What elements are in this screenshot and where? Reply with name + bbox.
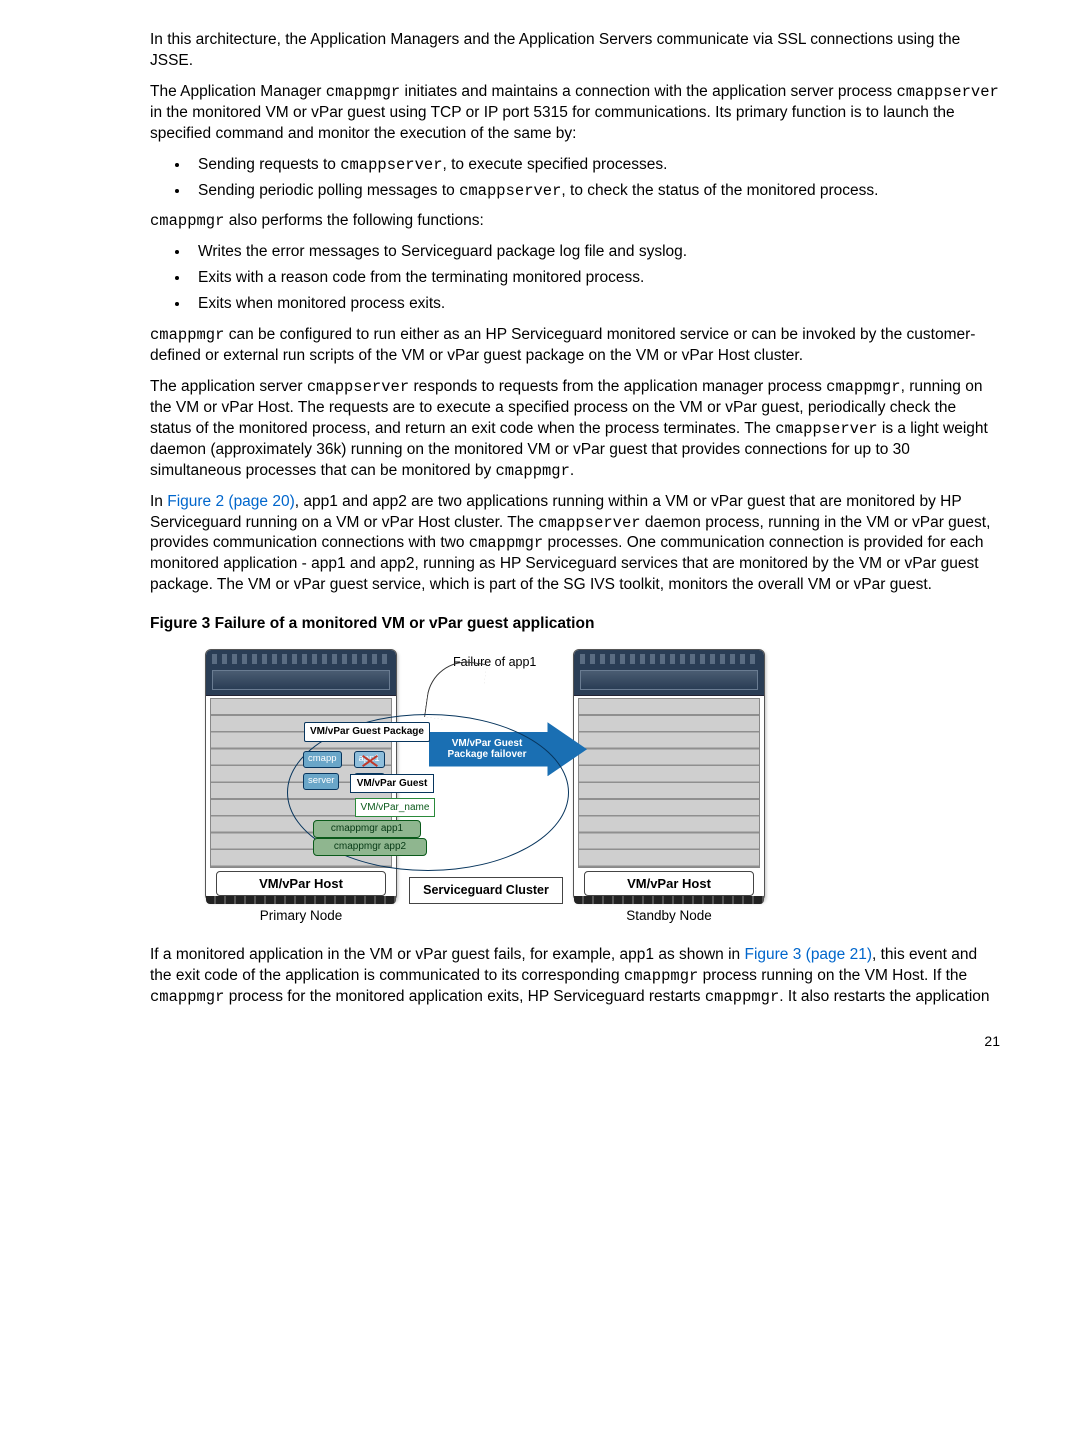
code-cmappmgr: cmappmgr <box>150 988 224 1006</box>
code-cmappserver: cmappserver <box>538 514 640 532</box>
serviceguard-cluster-label: Serviceguard Cluster <box>409 877 563 904</box>
list-item: Writes the error messages to Serviceguar… <box>190 242 1000 263</box>
figure-3: VM/vPar Host Primary Node Failure of app… <box>205 649 765 925</box>
server-box: server <box>303 773 339 790</box>
figure-title: Figure 3 Failure of a monitored VM or vP… <box>150 614 1000 635</box>
guest-package-label: VM/vPar Guest Package <box>304 722 430 742</box>
paragraph: The Application Manager cmappmgr initiat… <box>150 82 1000 145</box>
code-cmappmgr: cmappmgr <box>624 967 698 985</box>
code-cmappmgr: cmappmgr <box>469 534 543 552</box>
text: In this architecture, the Application Ma… <box>150 31 960 69</box>
failure-pointer <box>424 657 487 725</box>
text: , to check the status of the monitored p… <box>561 182 878 199</box>
code-cmappserver: cmappserver <box>775 420 877 438</box>
text: . It also restarts the application <box>779 988 989 1005</box>
paragraph: If a monitored application in the VM or … <box>150 945 1000 1008</box>
text: Exits with a reason code from the termin… <box>198 269 644 286</box>
code-cmappmgr: cmappmgr <box>150 212 224 230</box>
list-item: Exits with a reason code from the termin… <box>190 268 1000 289</box>
code-cmappserver: cmappserver <box>307 378 409 396</box>
text: The application server <box>150 378 307 395</box>
primary-caption: Primary Node <box>205 907 397 925</box>
standby-caption: Standby Node <box>573 907 765 925</box>
cmappmgr-app1-label: cmappmgr app1 <box>313 820 421 838</box>
vpar-name-label: VM/vPar_name <box>355 798 435 817</box>
code-cmappmgr: cmappmgr <box>150 326 224 344</box>
paragraph: In Figure 2 (page 20), app1 and app2 are… <box>150 492 1000 597</box>
guest-label: VM/vPar Guest <box>350 774 434 793</box>
text: also performs the following functions: <box>224 212 483 229</box>
code-cmappserver: cmappserver <box>896 83 998 101</box>
code-cmappmgr: cmappmgr <box>826 378 900 396</box>
failover-arrow-text: VM/vPar Guest Package failover <box>437 738 537 760</box>
cmappmgr-app2-label: cmappmgr app2 <box>313 838 427 856</box>
link-figure-3[interactable]: Figure 3 (page 21) <box>744 946 872 963</box>
code-cmappserver: cmappserver <box>340 156 442 174</box>
text: initiates and maintains a connection wit… <box>400 83 896 100</box>
code-cmappmgr: cmappmgr <box>705 988 779 1006</box>
host-label: VM/vPar Host <box>584 871 754 897</box>
text: Writes the error messages to Serviceguar… <box>198 243 687 260</box>
cmapp-box: cmapp <box>303 751 342 768</box>
host-label: VM/vPar Host <box>216 871 386 897</box>
bullet-list: Writes the error messages to Serviceguar… <box>150 242 1000 315</box>
standby-server: VM/vPar Host <box>573 649 765 901</box>
text: can be configured to run either as an HP… <box>150 326 975 364</box>
paragraph: cmappmgr also performs the following fun… <box>150 211 1000 232</box>
code-cmappmgr: cmappmgr <box>496 462 570 480</box>
text: Sending requests to <box>198 156 340 173</box>
text: in the monitored VM or vPar guest using … <box>150 104 955 142</box>
bullet-list: Sending requests to cmappserver, to exec… <box>150 155 1000 202</box>
text: The Application Manager <box>150 83 326 100</box>
paragraph: In this architecture, the Application Ma… <box>150 30 1000 72</box>
list-item: Sending requests to cmappserver, to exec… <box>190 155 1000 176</box>
list-item: Sending periodic polling messages to cma… <box>190 181 1000 202</box>
text: process running on the VM Host. If the <box>698 967 967 984</box>
text: , to execute specified processes. <box>443 156 668 173</box>
app1-failure-icon <box>361 753 379 769</box>
page-number: 21 <box>150 1032 1000 1051</box>
list-item: Exits when monitored process exits. <box>190 294 1000 315</box>
text: . <box>570 462 574 479</box>
code-cmappserver: cmappserver <box>459 182 561 200</box>
code-cmappmgr: cmappmgr <box>326 83 400 101</box>
failover-arrow: VM/vPar Guest Package failover <box>429 722 587 776</box>
text: Exits when monitored process exits. <box>198 295 445 312</box>
link-figure-2[interactable]: Figure 2 (page 20) <box>167 493 295 510</box>
paragraph: cmappmgr can be configured to run either… <box>150 325 1000 367</box>
text: In <box>150 493 167 510</box>
text: process for the monitored application ex… <box>224 988 704 1005</box>
text: responds to requests from the applicatio… <box>409 378 826 395</box>
text: Sending periodic polling messages to <box>198 182 459 199</box>
text: If a monitored application in the VM or … <box>150 946 744 963</box>
paragraph: The application server cmappserver respo… <box>150 377 1000 482</box>
